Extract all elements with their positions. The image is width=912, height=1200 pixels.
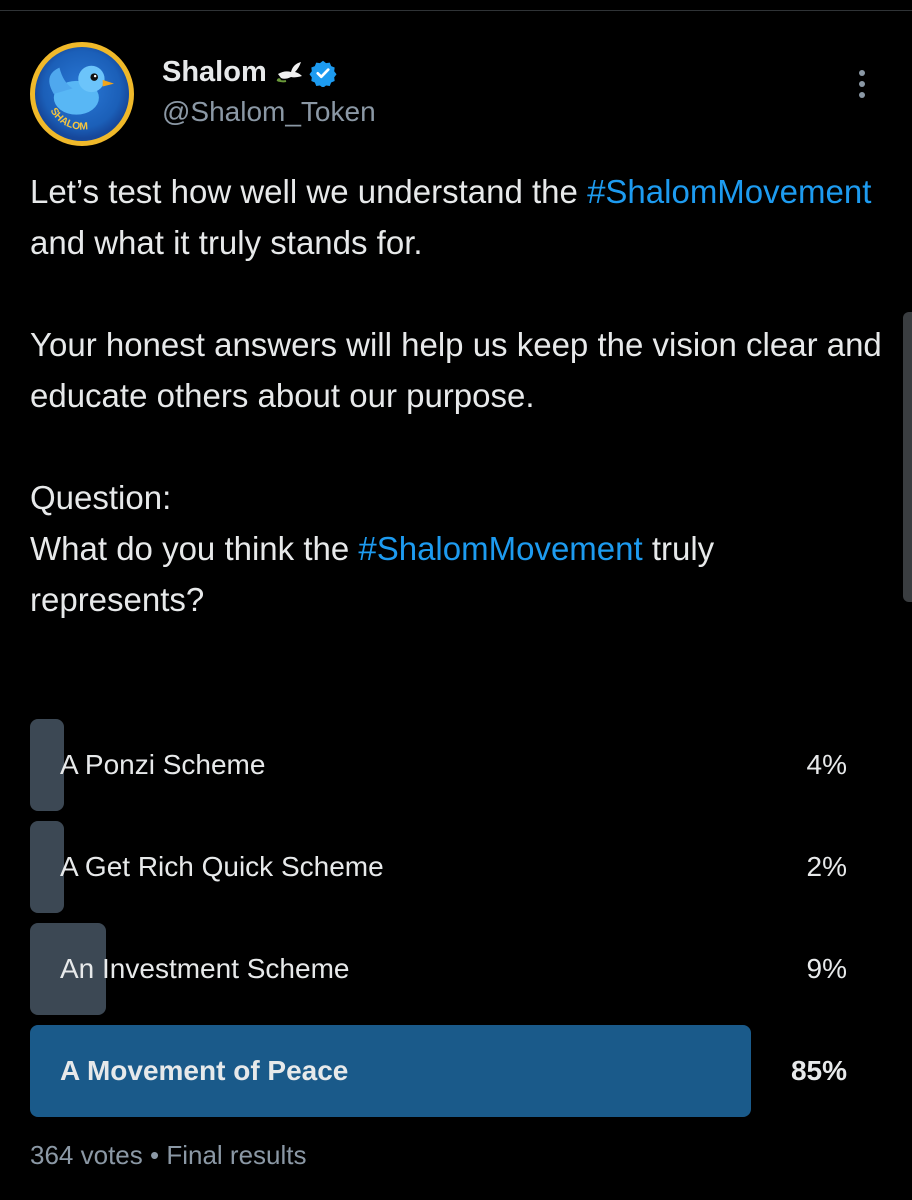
poll-result-bar: [30, 719, 64, 811]
poll: A Ponzi Scheme 4% A Get Rich Quick Schem…: [30, 719, 850, 1127]
poll-option-percent: 4%: [806, 749, 847, 780]
author-handle[interactable]: @Shalom_Token: [162, 96, 376, 128]
post-paragraph-intro: Let’s test how well we understand the #S…: [30, 166, 890, 268]
poll-option-label: A Ponzi Scheme: [60, 749, 266, 780]
avatar[interactable]: SHALOM: [30, 42, 134, 146]
poll-result-bar: [30, 821, 64, 913]
hashtag-link[interactable]: #ShalomMovement: [358, 530, 642, 567]
dove-icon: [275, 60, 305, 86]
hashtag-link[interactable]: #ShalomMovement: [587, 173, 871, 210]
poll-option-label: A Movement of Peace: [60, 1055, 349, 1086]
scrollbar-handle[interactable]: [903, 312, 912, 602]
poll-option: A Ponzi Scheme 4%: [30, 719, 850, 811]
post-body: Let’s test how well we understand the #S…: [30, 166, 890, 625]
poll-option: An Investment Scheme 9%: [30, 923, 850, 1015]
poll-option-percent: 2%: [806, 851, 847, 882]
post-text-segment: and what it truly stands for.: [30, 224, 423, 261]
poll-meta: 364 votes • Final results: [30, 1140, 306, 1171]
post-text-segment: Let’s test how well we understand the: [30, 173, 588, 210]
poll-option: A Get Rich Quick Scheme 2%: [30, 821, 850, 913]
name-row: Shalom: [162, 56, 337, 89]
question-heading: Question:: [30, 479, 172, 516]
poll-meta-separator: •: [149, 1140, 160, 1170]
bird-logo-icon: SHALOM: [48, 65, 114, 133]
poll-status: Final results: [166, 1140, 307, 1170]
post-header: SHALOM Shalom @Shalom_Token: [30, 42, 880, 152]
poll-vote-count: 364 votes: [30, 1140, 143, 1170]
poll-option-label: A Get Rich Quick Scheme: [60, 851, 384, 882]
poll-option-percent: 85%: [790, 1055, 847, 1086]
poll-option-winner: A Movement of Peace 85%: [30, 1025, 850, 1117]
more-options-icon[interactable]: [850, 70, 874, 104]
post-paragraph-question: What do you think the #ShalomMovement tr…: [30, 523, 890, 625]
post-paragraph-honest: Your honest answers will help us keep th…: [30, 326, 882, 414]
poll-option-percent: 9%: [806, 953, 847, 984]
author-name[interactable]: Shalom: [162, 56, 267, 89]
top-divider: [0, 10, 912, 11]
poll-option-label: An Investment Scheme: [60, 953, 350, 984]
verified-badge-icon: [309, 59, 337, 88]
post-text-segment: What do you think the: [30, 530, 359, 567]
